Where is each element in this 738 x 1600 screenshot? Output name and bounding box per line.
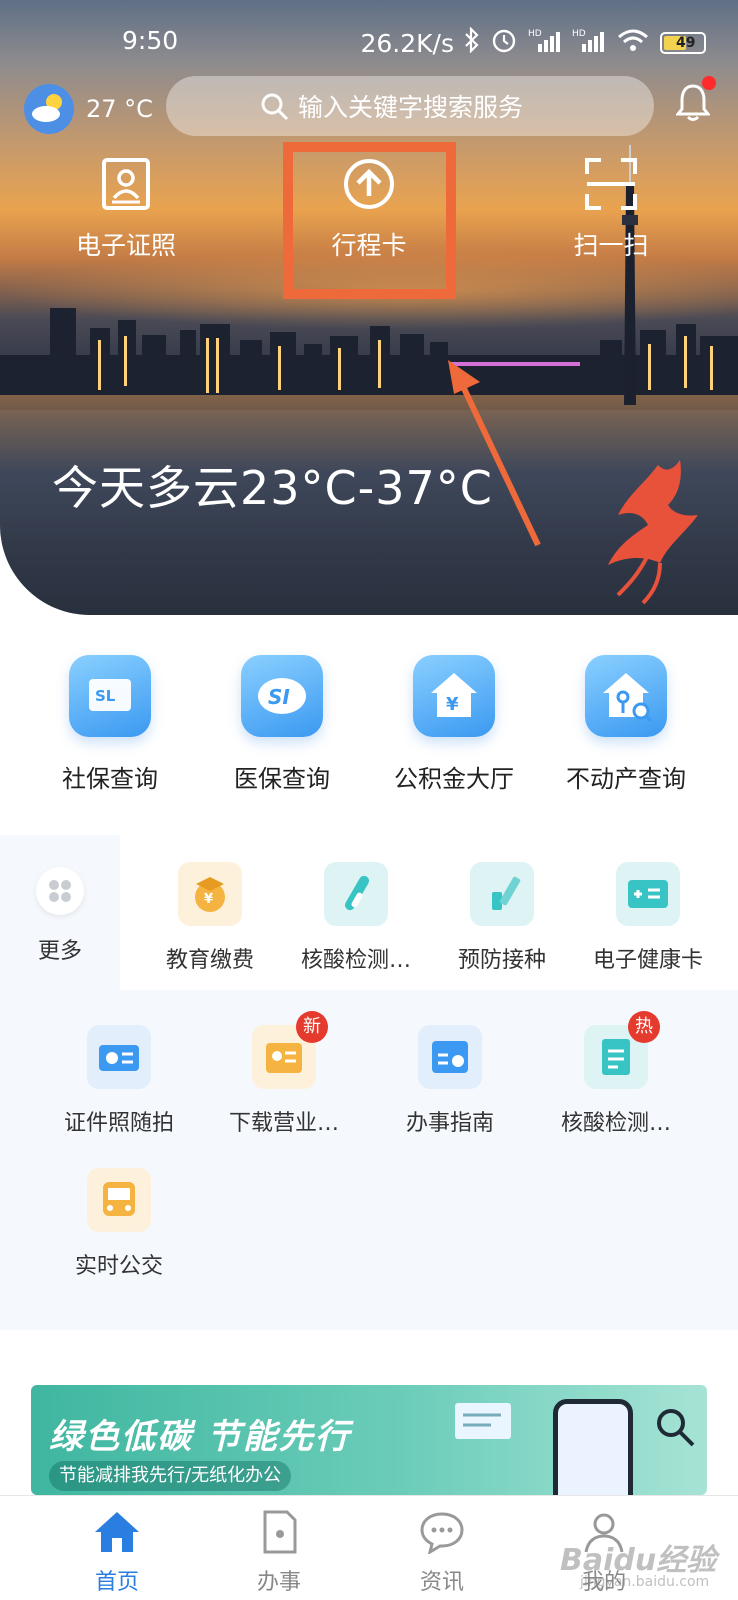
service-label: 实时公交 bbox=[74, 1254, 163, 1279]
service-vaccination[interactable]: 预防接种 bbox=[422, 862, 582, 974]
tab-label: 资讯 bbox=[419, 1570, 464, 1595]
service-label: 核酸检测… bbox=[300, 948, 411, 973]
hero-weather-text: 今天多云23°C-37°C bbox=[52, 461, 493, 515]
promo-banner[interactable]: 绿色低碳 节能先行 节能减排我先行/无纸化办公 bbox=[31, 1385, 707, 1495]
education-fee-icon: ¥ bbox=[178, 862, 242, 926]
battery-icon: 49 bbox=[660, 32, 706, 54]
bus-icon bbox=[87, 1168, 151, 1232]
license-badge-icon: 新 bbox=[252, 1011, 328, 1089]
phoenix-mascot bbox=[588, 445, 708, 609]
highlight-annotation-box bbox=[283, 142, 456, 299]
service-label: 不动产查询 bbox=[566, 765, 686, 793]
tab-services[interactable]: 办事 bbox=[219, 1510, 339, 1596]
service-label: 预防接种 bbox=[457, 948, 546, 973]
status-icons: 26.2K/s HD HD 49 bbox=[360, 26, 706, 60]
tab-label: 办事 bbox=[256, 1570, 301, 1595]
quick-action-id-card[interactable]: 电子证照 bbox=[36, 156, 216, 262]
service-guide[interactable]: 办事指南 bbox=[370, 1025, 530, 1137]
main-services: SL 社保查询 SI 医保查询 ¥ 公积金大厅 不动产查询 bbox=[0, 655, 738, 805]
more-label: 更多 bbox=[37, 939, 82, 964]
tab-home[interactable]: 首页 bbox=[57, 1510, 177, 1596]
more-button[interactable]: 更多 bbox=[0, 835, 120, 990]
service-label: 办事指南 bbox=[405, 1111, 494, 1136]
watermark-url: jingyan.baidu.com bbox=[580, 1574, 710, 1590]
medical-insurance-tile-text: SI bbox=[268, 685, 290, 709]
search-placeholder: 输入关键字搜索服务 bbox=[298, 93, 524, 122]
battery-level: 49 bbox=[676, 35, 696, 51]
test-tube-icon bbox=[324, 862, 388, 926]
social-security-card-icon: SL bbox=[69, 655, 151, 737]
home-icon bbox=[93, 1512, 141, 1558]
service-health-card[interactable]: 电子健康卡 bbox=[568, 862, 728, 974]
watermark: Baidu经验 bbox=[560, 1543, 717, 1578]
weather-widget[interactable]: 27 °C bbox=[24, 84, 153, 134]
cell-signal-1-icon: HD bbox=[528, 27, 562, 59]
service-label: 电子健康卡 bbox=[592, 948, 703, 973]
document-icon bbox=[257, 1510, 301, 1558]
service-label: 医保查询 bbox=[234, 765, 330, 793]
health-card-icon bbox=[616, 862, 680, 926]
service-label: 教育缴费 bbox=[165, 948, 254, 973]
banner-title: 绿色低碳 节能先行 bbox=[49, 1417, 351, 1457]
service-real-estate[interactable]: 不动产查询 bbox=[541, 655, 711, 794]
tab-news[interactable]: 资讯 bbox=[382, 1510, 502, 1596]
banner-subtitle: 节能减排我先行/无纸化办公 bbox=[49, 1461, 292, 1491]
syringe-icon bbox=[470, 862, 534, 926]
quick-action-scan[interactable]: 扫一扫 bbox=[521, 156, 701, 262]
service-label: 核酸检测… bbox=[560, 1111, 671, 1136]
magnifier-illustration bbox=[657, 1409, 695, 1447]
service-label: 证件照随拍 bbox=[63, 1111, 174, 1136]
service-medical-insurance[interactable]: SI 医保查询 bbox=[197, 655, 367, 794]
service-realtime-bus[interactable]: 实时公交 bbox=[39, 1168, 199, 1280]
camera-id-icon bbox=[87, 1025, 151, 1089]
cell-signal-2-icon: HD bbox=[572, 27, 606, 59]
service-nucleic-test-1[interactable]: 核酸检测… bbox=[276, 862, 436, 974]
service-education-fee[interactable]: ¥ 教育缴费 bbox=[130, 862, 290, 974]
alarm-icon bbox=[490, 26, 518, 60]
bell-icon bbox=[674, 84, 712, 126]
phone-illustration bbox=[553, 1399, 633, 1495]
house-yuan-icon: ¥ bbox=[413, 655, 495, 737]
house-search-icon bbox=[585, 655, 667, 737]
bluetooth-icon bbox=[464, 26, 480, 59]
search-bar[interactable]: 输入关键字搜索服务 bbox=[166, 76, 654, 136]
service-business-license[interactable]: 新 下载营业… bbox=[204, 1011, 364, 1137]
signal-1-hd-label: HD bbox=[528, 29, 542, 39]
notification-dot bbox=[702, 76, 716, 90]
signal-2-hd-label: HD bbox=[572, 29, 586, 39]
chat-bubble-icon bbox=[418, 1512, 466, 1558]
service-housing-fund[interactable]: ¥ 公积金大厅 bbox=[369, 655, 539, 794]
housing-fund-tile-text: ¥ bbox=[446, 694, 459, 715]
new-badge: 新 bbox=[296, 1011, 328, 1043]
quick-action-label: 扫一扫 bbox=[573, 231, 649, 260]
service-label: 下载营业… bbox=[228, 1111, 339, 1136]
service-label: 公积金大厅 bbox=[394, 765, 514, 793]
notification-button[interactable] bbox=[674, 76, 716, 126]
partly-cloudy-icon bbox=[24, 84, 74, 134]
service-social-security[interactable]: SL 社保查询 bbox=[25, 655, 195, 794]
service-id-photo[interactable]: 证件照随拍 bbox=[39, 1025, 199, 1137]
id-card-icon bbox=[98, 156, 154, 212]
test-report-icon: 热 bbox=[584, 1011, 660, 1089]
quick-action-label: 电子证照 bbox=[75, 231, 176, 260]
document-illustration bbox=[455, 1403, 511, 1439]
current-temperature: 27 °C bbox=[86, 95, 153, 123]
medical-insurance-icon: SI bbox=[241, 655, 323, 737]
grid-icon bbox=[36, 867, 84, 915]
guide-calendar-icon bbox=[418, 1025, 482, 1089]
social-security-tile-text: SL bbox=[95, 687, 116, 705]
scan-icon bbox=[583, 156, 639, 212]
tab-label: 首页 bbox=[94, 1570, 139, 1595]
network-speed: 26.2K/s bbox=[360, 28, 454, 58]
search-icon bbox=[260, 92, 290, 128]
status-bar: 9:50 26.2K/s HD HD 49 bbox=[0, 22, 738, 62]
wifi-icon bbox=[616, 27, 650, 59]
hot-badge: 热 bbox=[628, 1011, 660, 1043]
education-fee-tile-text: ¥ bbox=[204, 892, 213, 907]
service-nucleic-test-2[interactable]: 热 核酸检测… bbox=[536, 1011, 696, 1137]
service-label: 社保查询 bbox=[62, 765, 158, 793]
status-time: 9:50 bbox=[122, 26, 179, 55]
